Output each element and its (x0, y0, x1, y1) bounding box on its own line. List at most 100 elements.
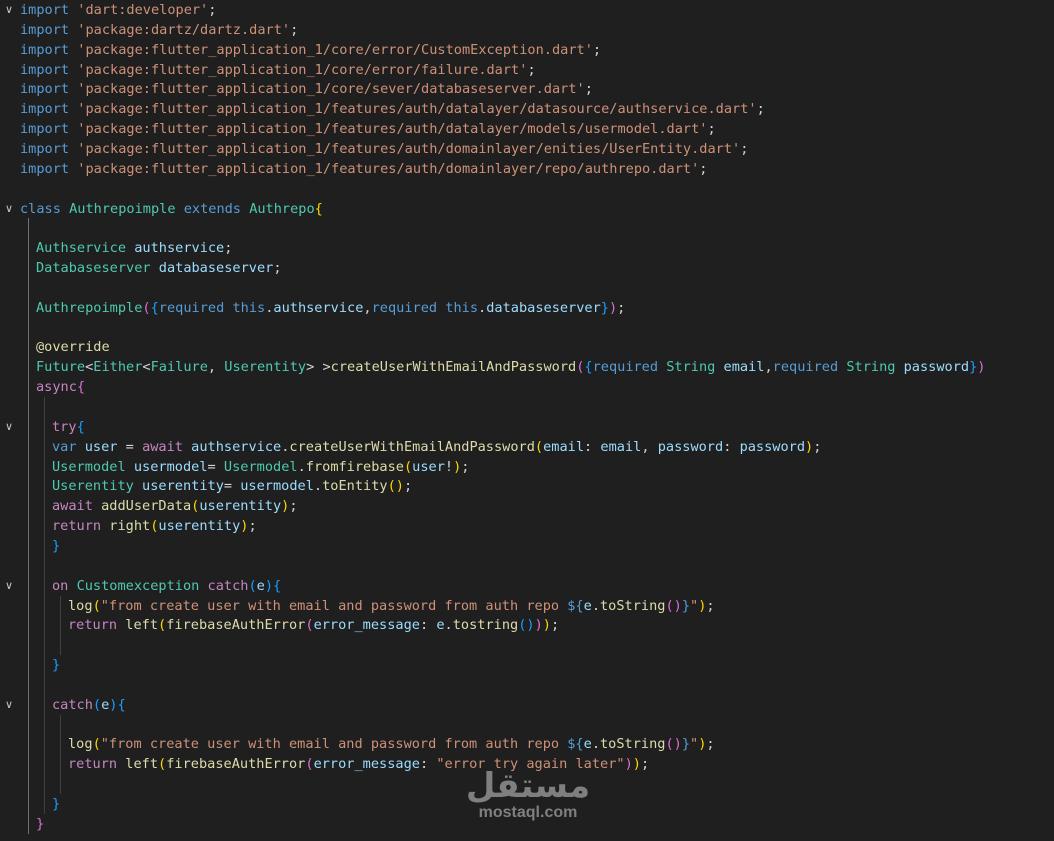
code-line[interactable] (0, 317, 1054, 338)
code-line[interactable]: import 'package:flutter_application_1/fe… (0, 139, 1054, 159)
code-line[interactable] (0, 674, 1054, 695)
indent-guide (60, 714, 61, 735)
code-token: right (109, 518, 151, 535)
code-token: log (68, 597, 93, 614)
code-line[interactable] (0, 714, 1054, 735)
code-line[interactable]: ∨ catch(e){ (0, 694, 1054, 715)
code-line[interactable]: var user = await authservice.createUserW… (0, 436, 1054, 457)
mostaql-watermark-logo: مستقل mostaql.com (462, 768, 594, 826)
code-line[interactable]: ∨ class Authrepoimple extends Authrepo{ (0, 199, 1054, 219)
code-token: import (20, 140, 70, 157)
code-text: Future<Either<Failure, Userentity> >crea… (36, 357, 985, 377)
fold-chevron-icon[interactable]: ∨ (2, 576, 16, 596)
fold-chevron-icon[interactable]: ∨ (2, 0, 16, 20)
code-token: : (419, 617, 437, 634)
code-token: databaseserver (486, 299, 601, 316)
code-token: import (20, 101, 70, 118)
code-line[interactable]: import 'package:flutter_application_1/fe… (0, 119, 1054, 139)
code-editor[interactable]: ∨ import 'dart:developer'; import 'package… (0, 0, 1054, 841)
code-line[interactable]: Databaseserver databaseserver; (0, 258, 1054, 279)
code-token: ! (444, 458, 454, 475)
code-token: ; (640, 756, 650, 773)
indent-guide (44, 774, 45, 795)
code-token: userentity (142, 478, 224, 495)
code-token: Userentity (52, 478, 134, 495)
code-line[interactable] (0, 397, 1054, 417)
code-line[interactable]: Authrepoimple({required this.authservice… (0, 297, 1054, 318)
code-line[interactable]: @override (0, 337, 1054, 358)
code-line[interactable]: import 'package:flutter_application_1/fe… (0, 99, 1054, 119)
code-token: createUserWithEmailAndPassword (330, 359, 577, 376)
code-text: log("from create user with email and pas… (68, 596, 715, 616)
code-token: class (20, 200, 61, 217)
code-token: . (313, 478, 323, 495)
code-line[interactable]: return left(firebaseAuthError(error_mess… (0, 615, 1054, 636)
code-line[interactable]: } (0, 535, 1054, 556)
code-token: 'package:flutter_application_1/features/… (77, 121, 708, 138)
code-token: await (52, 498, 93, 515)
indent-guide (44, 436, 45, 457)
code-line[interactable]: } (0, 655, 1054, 676)
code-line[interactable]: ∨ import 'dart:developer'; (0, 0, 1054, 20)
code-token: import (20, 61, 70, 78)
code-line[interactable]: Authservice authservice; (0, 238, 1054, 259)
code-token: var (52, 438, 77, 455)
watermark-latin-text: mostaql.com (478, 804, 578, 821)
code-token: ( (92, 597, 101, 614)
code-token: } (600, 299, 609, 316)
code-line[interactable]: Future<Either<Failure, Userentity> >crea… (0, 357, 1054, 378)
code-token: Usermodel (52, 458, 126, 475)
code-line[interactable]: import 'package:flutter_application_1/co… (0, 79, 1054, 99)
code-token: usermodel (240, 478, 314, 495)
code-line[interactable] (0, 555, 1054, 576)
fold-chevron-icon[interactable]: ∨ (2, 199, 16, 219)
indent-guide (44, 555, 45, 576)
code-line[interactable]: log("from create user with email and pas… (0, 595, 1054, 616)
code-line[interactable]: ∨ try{ (0, 416, 1054, 437)
code-text: return right(userentity); (52, 516, 257, 536)
code-line[interactable]: import 'package:flutter_application_1/co… (0, 60, 1054, 80)
code-line[interactable]: ∨ on Customexception catch(e){ (0, 575, 1054, 596)
code-token: } (52, 537, 61, 554)
code-token: 'package:dartz/dartz.dart' (77, 21, 291, 38)
indent-guide (28, 317, 29, 338)
indent-guide (44, 714, 45, 735)
code-token: left (125, 756, 159, 773)
code-line[interactable] (0, 277, 1054, 298)
code-text: } (52, 655, 60, 675)
code-line[interactable]: import 'package:flutter_application_1/fe… (0, 159, 1054, 179)
code-token: return (68, 617, 118, 634)
code-line[interactable]: return right(userentity); (0, 516, 1054, 537)
code-token: ) (805, 438, 814, 455)
code-line[interactable]: import 'package:dartz/dartz.dart'; (0, 20, 1054, 40)
code-line[interactable]: import 'package:flutter_application_1/co… (0, 40, 1054, 60)
code-token: ; (584, 81, 593, 98)
fold-chevron-icon[interactable]: ∨ (2, 695, 16, 715)
code-token: await (142, 438, 183, 455)
fold-chevron-icon[interactable]: ∨ (2, 417, 16, 437)
indent-guide (44, 575, 45, 596)
code-text: async{ (36, 377, 85, 397)
code-token: : (723, 438, 740, 455)
code-token: } (36, 815, 45, 832)
code-line[interactable]: Userentity userentity= usermodel.toEntit… (0, 476, 1054, 497)
code-token: 'package:flutter_application_1/core/erro… (77, 61, 528, 78)
code-text: import 'package:flutter_application_1/fe… (20, 139, 748, 159)
code-token: "from create user with email and passwor… (100, 736, 568, 753)
code-line[interactable]: Usermodel usermodel= Usermodel.fromfireb… (0, 456, 1054, 477)
code-line[interactable]: async{ (0, 377, 1054, 398)
code-token: . (591, 736, 600, 753)
code-line[interactable] (0, 635, 1054, 656)
code-line[interactable]: log("from create user with email and pas… (0, 734, 1054, 755)
code-token: ; (208, 2, 217, 18)
indent-guide (28, 476, 29, 497)
code-token: < (142, 359, 151, 376)
indent-guide (28, 674, 29, 695)
code-line[interactable] (0, 218, 1054, 239)
code-line[interactable]: await addUserData(userentity); (0, 496, 1054, 517)
code-token: Usermodel (223, 458, 298, 475)
indent-guide (44, 496, 45, 517)
code-line[interactable] (0, 179, 1054, 199)
